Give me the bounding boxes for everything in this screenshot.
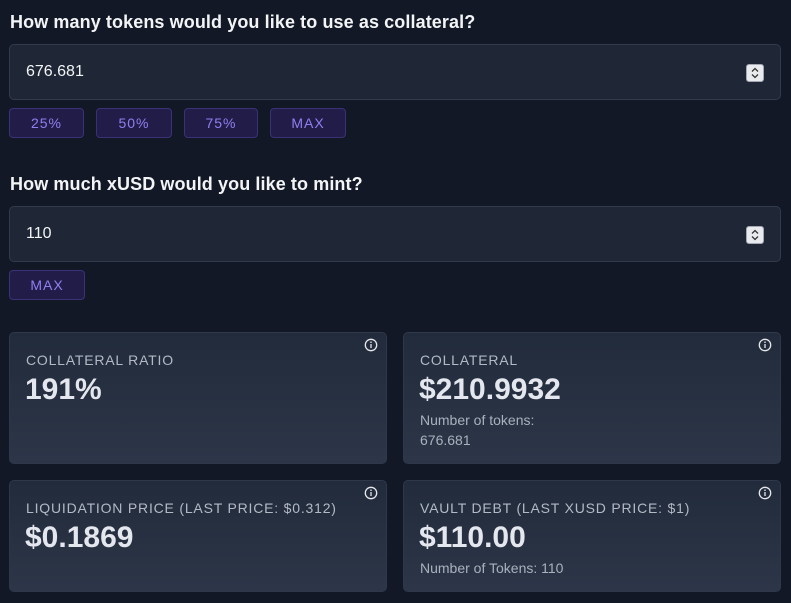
mint-question: How much xUSD would you like to mint? xyxy=(10,174,363,194)
info-icon[interactable] xyxy=(758,486,772,500)
mint-amount-value: 110 xyxy=(26,225,52,242)
collateral-max-button[interactable]: MAX xyxy=(270,108,346,138)
collateral-label: COLLATERAL xyxy=(420,352,518,368)
collateral-value: $210.9932 xyxy=(419,373,561,406)
vault-debt-card: VAULT DEBT (LAST XUSD PRICE: $1) $110.00… xyxy=(403,480,781,592)
vault-debt-label: VAULT DEBT (LAST XUSD PRICE: $1) xyxy=(420,500,691,516)
collateral-amount-input[interactable]: 676.681 xyxy=(9,44,781,100)
collateral-tokens-value: 676.681 xyxy=(420,432,471,448)
number-stepper-icon[interactable] xyxy=(746,226,764,244)
liquidation-price-label: LIQUIDATION PRICE (LAST PRICE: $0.312) xyxy=(26,500,337,516)
collateral-amount-value: 676.681 xyxy=(26,63,84,80)
liquidation-price-card: LIQUIDATION PRICE (LAST PRICE: $0.312) $… xyxy=(9,480,387,592)
mint-max-button[interactable]: MAX xyxy=(9,270,85,300)
info-icon[interactable] xyxy=(364,338,378,352)
collateral-ratio-card: COLLATERAL RATIO 191% xyxy=(9,332,387,464)
collateral-question: How many tokens would you like to use as… xyxy=(10,12,476,32)
info-icon[interactable] xyxy=(758,338,772,352)
collateral-75-percent-button[interactable]: 75% xyxy=(184,108,258,138)
info-icon[interactable] xyxy=(364,486,378,500)
vault-debt-tokens: Number of Tokens: 110 xyxy=(420,560,564,576)
collateral-25-percent-button[interactable]: 25% xyxy=(9,108,84,138)
mint-amount-input[interactable]: 110 xyxy=(9,206,781,262)
mint-form: How many tokens would you like to use as… xyxy=(0,0,791,603)
collateral-tokens-label: Number of tokens: xyxy=(420,412,535,428)
collateral-card: COLLATERAL $210.9932 Number of tokens: 6… xyxy=(403,332,781,464)
collateral-ratio-value: 191% xyxy=(25,373,102,406)
vault-debt-value: $110.00 xyxy=(419,521,526,554)
collateral-ratio-label: COLLATERAL RATIO xyxy=(26,352,174,368)
collateral-50-percent-button[interactable]: 50% xyxy=(96,108,172,138)
number-stepper-icon[interactable] xyxy=(746,64,764,82)
liquidation-price-value: $0.1869 xyxy=(25,521,134,554)
